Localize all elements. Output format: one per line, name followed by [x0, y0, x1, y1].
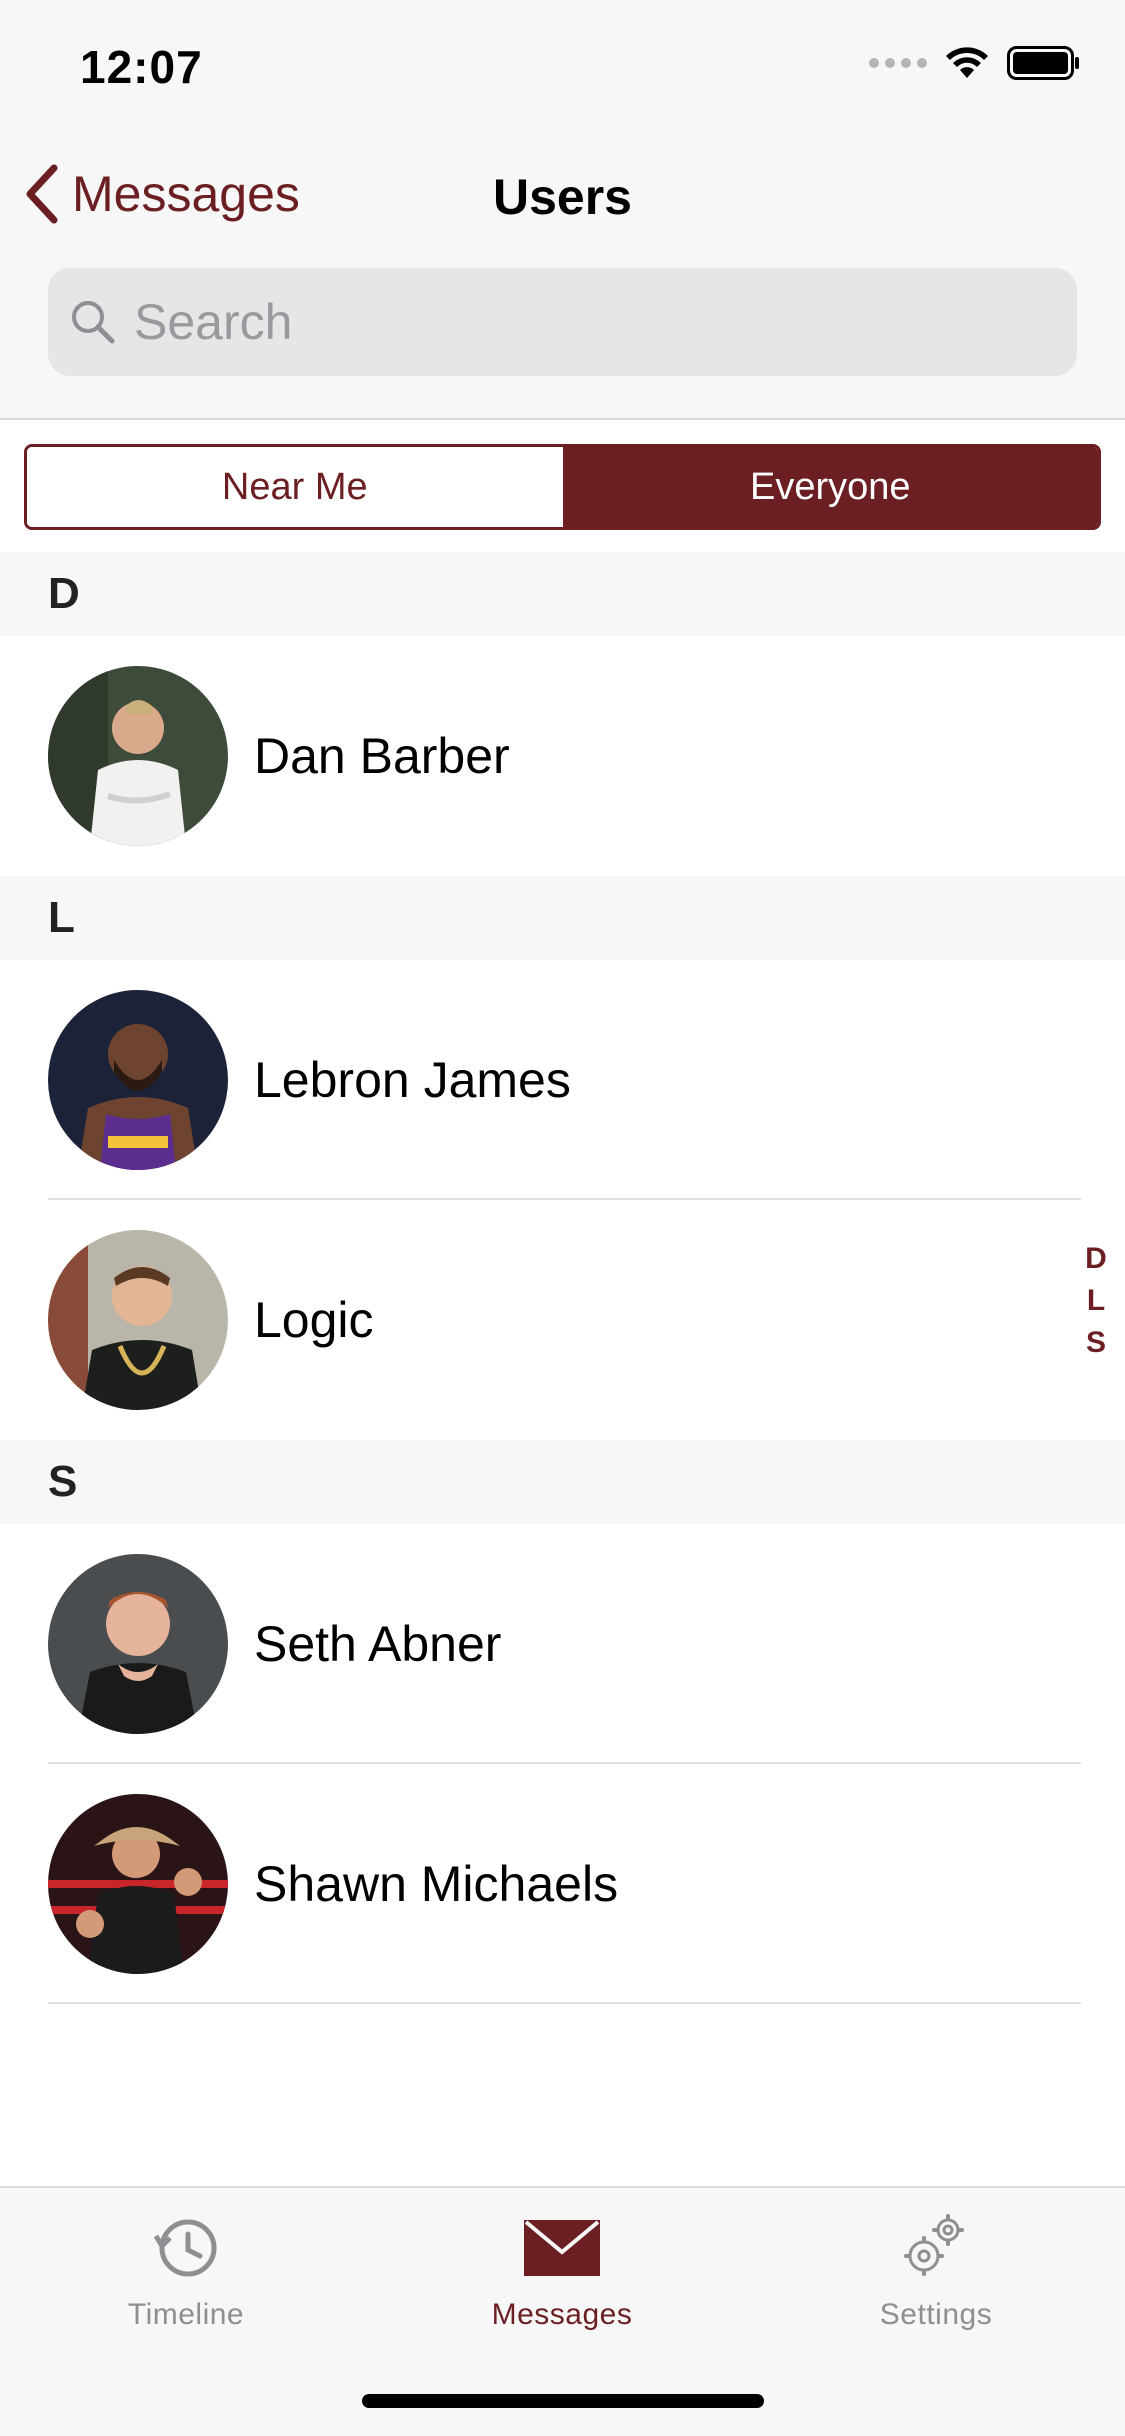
index-letter-l[interactable]: L [1087, 1282, 1105, 1320]
tab-messages[interactable]: Messages [412, 2210, 712, 2332]
avatar-shawn-michaels [48, 1794, 228, 1974]
section-header-s: S [0, 1440, 1125, 1524]
status-time: 12:07 [80, 41, 203, 93]
user-name: Seth Abner [254, 1616, 502, 1672]
timeline-clock-icon [153, 2219, 217, 2277]
status-icons [869, 46, 1081, 80]
avatar-lebron-james [48, 990, 228, 1170]
envelope-icon [524, 2220, 600, 2276]
battery-icon [1007, 46, 1079, 80]
index-letter-d[interactable]: D [1085, 1240, 1107, 1278]
segment-everyone[interactable]: Everyone [562, 447, 1098, 527]
user-row-lebron-james[interactable]: Lebron James [0, 960, 1125, 1200]
avatar-logic [48, 1230, 228, 1410]
user-name: Lebron James [254, 1052, 571, 1108]
wifi-icon [946, 47, 988, 78]
status-bar: 12:07 [0, 0, 1125, 132]
tab-label: Settings [879, 2298, 993, 2331]
user-row-logic[interactable]: Logic [0, 1200, 1125, 1440]
segmented-control: Near Me Everyone [24, 444, 1101, 530]
search-bar[interactable] [48, 268, 1077, 376]
row-divider [48, 2002, 1081, 2004]
user-name: Logic [254, 1292, 374, 1348]
search-input[interactable] [134, 293, 1034, 351]
tab-label: Timeline [127, 2298, 245, 2331]
cellular-signal-icon [869, 58, 927, 68]
user-row-shawn-michaels[interactable]: Shawn Michaels [0, 1764, 1125, 2004]
gears-icon [904, 2214, 964, 2276]
segment-near-me[interactable]: Near Me [27, 447, 563, 527]
user-name: Dan Barber [254, 728, 510, 784]
user-row-seth-abner[interactable]: Seth Abner [0, 1524, 1125, 1764]
avatar-seth-abner [48, 1554, 228, 1734]
home-indicator [362, 2394, 764, 2408]
page-title: Users [493, 169, 632, 225]
tab-settings[interactable]: Settings [786, 2210, 1086, 2332]
user-name: Shawn Michaels [254, 1856, 619, 1912]
section-header-l: L [0, 876, 1125, 960]
user-row-dan-barber[interactable]: Dan Barber [0, 636, 1125, 876]
user-list: D Dan Barber L Lebron James Logic S Seth… [0, 552, 1125, 2004]
tab-timeline[interactable]: Timeline [36, 2210, 336, 2332]
index-letter-s[interactable]: S [1086, 1324, 1106, 1362]
section-header-d: D [0, 552, 1125, 636]
navigation-bar: Messages Users [0, 132, 1125, 420]
section-index: D L S [1081, 1240, 1111, 1362]
tab-label: Messages [491, 2298, 633, 2331]
avatar-dan-barber [48, 666, 228, 846]
search-icon [72, 301, 115, 344]
